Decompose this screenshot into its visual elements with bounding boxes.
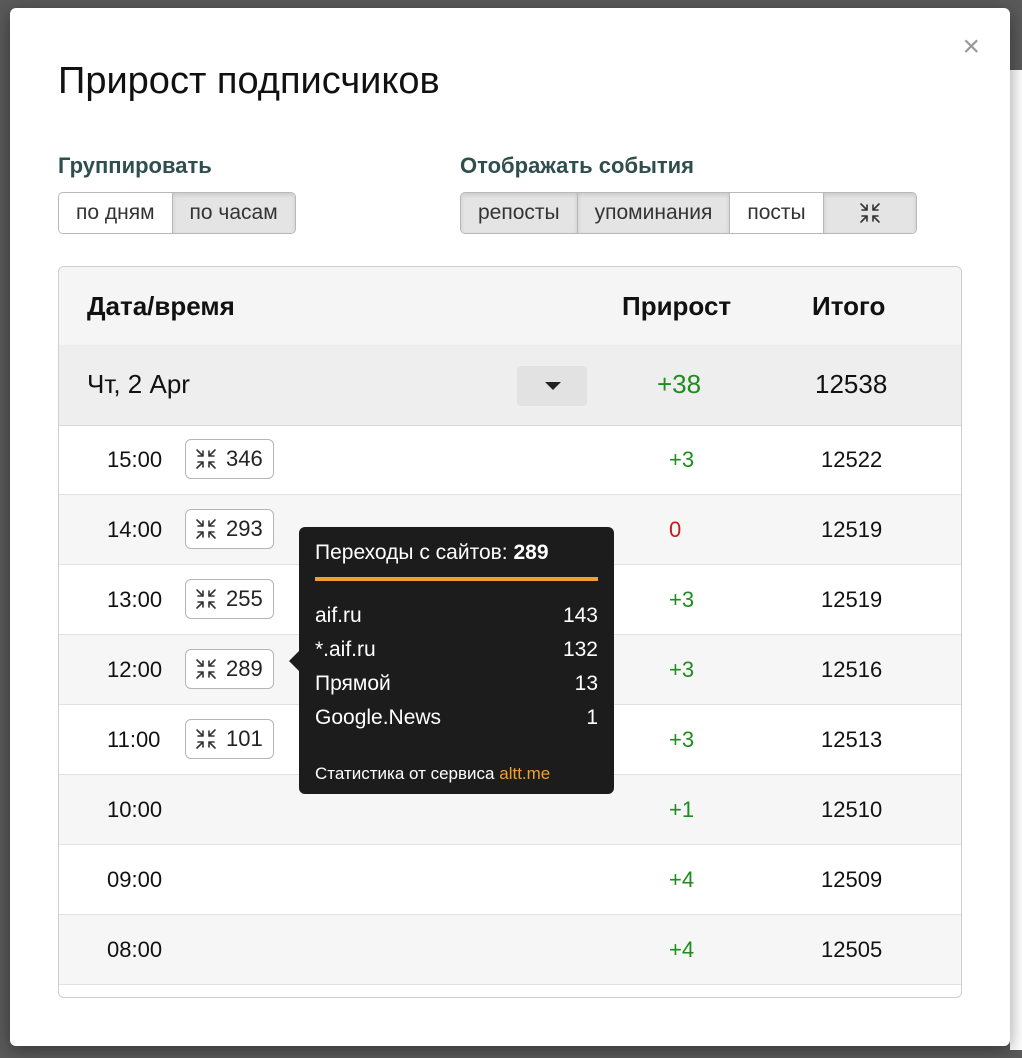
referrals-count: 293	[226, 516, 263, 541]
events-label: Отображать события	[460, 153, 694, 178]
row-total: 12509	[821, 867, 883, 892]
row-time: 14:00	[107, 517, 163, 542]
referral-arrows-icon	[196, 589, 216, 609]
tooltip-value: 143	[562, 604, 598, 627]
row-total: 12513	[821, 727, 883, 752]
row-growth: +3	[669, 657, 695, 682]
reposts-button[interactable]: репосты	[461, 193, 578, 233]
referrals-count: 346	[226, 446, 263, 471]
referrals-button[interactable]	[823, 193, 916, 233]
referrals-badge[interactable]: 289	[185, 649, 274, 689]
tooltip-item: Прямой 13	[315, 667, 598, 701]
grouping-toggle: по дням по часам	[58, 192, 296, 234]
row-growth: +4	[669, 937, 695, 962]
group-by-hours-button[interactable]: по часам	[172, 193, 295, 233]
tooltip-title: Переходы с сайтов: 289	[315, 541, 598, 565]
referrals-count: 289	[226, 656, 263, 681]
day-row: Чт, 2 Apr +38 12538	[59, 345, 961, 426]
tooltip-item: *.aif.ru 132	[315, 633, 598, 667]
events-toggle: репосты упоминания посты	[460, 192, 917, 234]
table-row: 15:00 346 +3 12522	[59, 425, 961, 495]
tooltip-item: Google.News 1	[315, 701, 598, 735]
referral-arrows-icon	[196, 659, 216, 679]
row-time: 11:00	[107, 727, 161, 752]
mentions-button[interactable]: упоминания	[577, 193, 731, 233]
day-growth: +38	[657, 369, 702, 399]
modal-title: Прирост подписчиков	[58, 60, 440, 102]
row-growth: 0	[669, 517, 682, 542]
row-growth: +3	[669, 727, 695, 752]
row-total: 12522	[821, 447, 883, 472]
tooltip-footer: Статистика от сервиса altt.me	[315, 764, 550, 784]
tooltip-divider	[315, 577, 598, 581]
referrals-badge[interactable]: 346	[185, 439, 274, 479]
row-time: 08:00	[107, 937, 163, 962]
row-time: 15:00	[107, 447, 163, 472]
day-total: 12538	[815, 369, 888, 399]
row-total: 12519	[821, 587, 883, 612]
row-total: 12505	[821, 937, 883, 962]
referrals-tooltip: Переходы с сайтов: 289 aif.ru 143 *.aif.ru…	[289, 527, 614, 794]
referral-arrows-icon	[196, 519, 216, 539]
background-page-edge	[1010, 70, 1022, 1050]
referrals-count: 255	[226, 586, 263, 611]
header-growth: Прирост	[622, 291, 732, 321]
tooltip-site: Google.News	[315, 706, 442, 729]
grouping-label: Группировать	[58, 153, 212, 178]
tooltip-count: 289	[513, 541, 549, 564]
row-time: 09:00	[107, 867, 163, 892]
referral-arrows-icon	[196, 729, 216, 749]
tooltip-site: *.aif.ru	[315, 638, 376, 661]
row-time: 13:00	[107, 587, 163, 612]
tooltip-footer-text: Статистика от сервиса	[315, 764, 495, 783]
chevron-down-icon	[545, 382, 561, 390]
referral-arrows-icon	[196, 449, 216, 469]
header-datetime: Дата/время	[87, 291, 235, 321]
row-time: 12:00	[107, 657, 163, 682]
day-collapse-toggle[interactable]	[517, 366, 587, 406]
tooltip-value: 13	[574, 672, 598, 695]
referrals-badge[interactable]: 293	[185, 509, 274, 549]
table-header: Дата/время Прирост Итого	[59, 267, 961, 346]
referrals-badge[interactable]: 255	[185, 579, 274, 619]
tooltip-value: 1	[586, 706, 598, 729]
tooltip-site: aif.ru	[315, 604, 362, 627]
row-total: 12510	[821, 797, 883, 822]
group-by-days-button[interactable]: по дням	[59, 193, 173, 233]
row-time: 10:00	[107, 797, 163, 822]
referrals-badge[interactable]: 101	[185, 719, 274, 759]
table-row: 08:00 +4 12505	[59, 915, 961, 985]
header-total: Итого	[812, 291, 886, 321]
tooltip-title-text: Переходы с сайтов:	[315, 541, 508, 564]
row-growth: +1	[669, 797, 695, 822]
row-total: 12516	[821, 657, 883, 682]
table-row: 09:00 +4 12509	[59, 845, 961, 915]
subscriber-growth-modal: × Прирост подписчиков Группировать по дн…	[10, 8, 1010, 1046]
referral-arrows-icon	[859, 203, 880, 223]
row-growth: +4	[669, 867, 695, 892]
day-label: Чт, 2 Apr	[87, 369, 190, 399]
row-growth: +3	[669, 587, 695, 612]
altt-link[interactable]: altt.me	[499, 764, 550, 783]
tooltip-value: 132	[562, 638, 598, 661]
tooltip-site: Прямой	[315, 672, 391, 695]
posts-button[interactable]: посты	[730, 193, 824, 233]
close-icon[interactable]: ×	[962, 32, 980, 62]
row-growth: +3	[669, 447, 695, 472]
row-total: 12519	[821, 517, 883, 542]
tooltip-items: aif.ru 143 *.aif.ru 132 Прямой 13 Google.News 1	[315, 599, 598, 735]
tooltip-item: aif.ru 143	[315, 599, 598, 633]
referrals-count: 101	[226, 726, 263, 751]
tooltip-arrow	[289, 651, 299, 671]
